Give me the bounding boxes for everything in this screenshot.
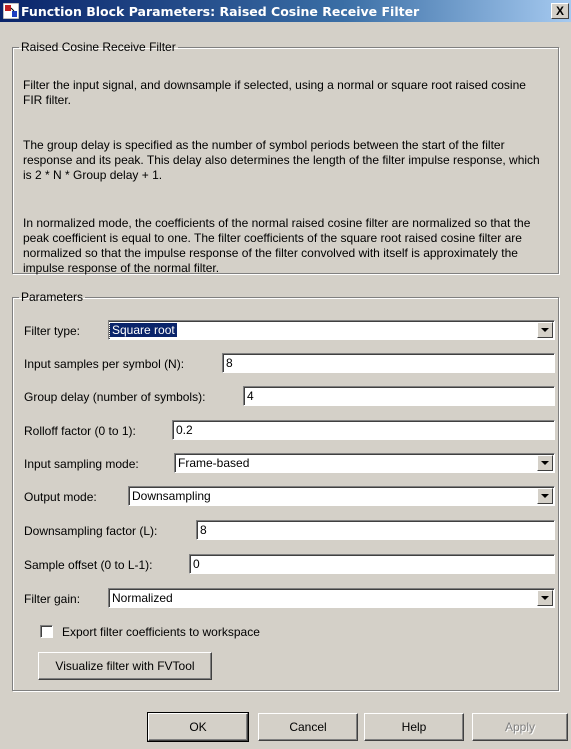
downsampling-factor-row: Downsampling factor (L): 8 [24, 520, 555, 542]
export-coefficients-checkbox[interactable] [40, 625, 53, 638]
rolloff-factor-row: Rolloff factor (0 to 1): 0.2 [24, 420, 555, 442]
description-paragraph-1: Filter the input signal, and downsample … [23, 78, 526, 107]
input-sampling-mode-row: Input sampling mode: Frame-based [24, 453, 555, 475]
filter-type-value: Square root [109, 322, 178, 338]
window-title: Function Block Parameters: Raised Cosine… [21, 4, 420, 19]
close-button[interactable]: X [551, 3, 569, 19]
description-paragraph-3: In normalized mode, the coefficients of … [23, 216, 531, 275]
filter-type-row: Filter type: Square root [24, 320, 555, 342]
sample-offset-row: Sample offset (0 to L-1): 0 [24, 554, 555, 576]
input-samples-field[interactable]: 8 [222, 353, 555, 373]
sample-offset-label: Sample offset (0 to L-1): [24, 558, 153, 572]
filter-type-select[interactable]: Square root [108, 320, 555, 340]
close-icon: X [555, 4, 564, 18]
apply-button[interactable]: Apply [472, 713, 568, 741]
filter-gain-select[interactable]: Normalized [108, 588, 555, 608]
dialog-window: Function Block Parameters: Raised Cosine… [0, 0, 571, 749]
input-samples-label: Input samples per symbol (N): [24, 357, 185, 371]
description-paragraph-2: The group delay is specified as the numb… [23, 138, 540, 182]
help-button[interactable]: Help [364, 713, 464, 741]
group-delay-label: Group delay (number of symbols): [24, 390, 206, 404]
parameters-group-legend: Parameters [21, 290, 84, 304]
output-mode-select[interactable]: Downsampling [128, 486, 555, 506]
cancel-button[interactable]: Cancel [258, 713, 358, 741]
group-delay-field[interactable]: 4 [243, 386, 555, 406]
description-group: Raised Cosine Receive Filter Filter the … [12, 40, 559, 275]
input-sampling-mode-dropdown-icon[interactable] [537, 455, 553, 471]
output-mode-row: Output mode: Downsampling [24, 486, 555, 508]
filter-gain-dropdown-icon[interactable] [537, 590, 553, 606]
downsampling-factor-field[interactable]: 8 [196, 520, 555, 540]
filter-type-dropdown-icon[interactable] [537, 322, 553, 338]
rolloff-factor-field[interactable]: 0.2 [172, 420, 555, 440]
title-bar[interactable]: Function Block Parameters: Raised Cosine… [0, 0, 571, 22]
simulink-block-icon [3, 3, 19, 19]
downsampling-factor-label: Downsampling factor (L): [24, 524, 158, 538]
input-sampling-mode-value: Frame-based [178, 456, 250, 470]
output-mode-dropdown-icon[interactable] [537, 488, 553, 504]
export-coefficients-label: Export filter coefficients to workspace [62, 625, 260, 639]
filter-type-label: Filter type: [24, 324, 81, 338]
rolloff-factor-label: Rolloff factor (0 to 1): [24, 424, 136, 438]
filter-gain-value: Normalized [112, 591, 173, 605]
input-sampling-mode-label: Input sampling mode: [24, 457, 139, 471]
visualize-fvtool-button[interactable]: Visualize filter with FVTool [38, 652, 212, 680]
output-mode-value: Downsampling [132, 489, 211, 503]
description-group-legend: Raised Cosine Receive Filter [21, 40, 176, 54]
input-samples-row: Input samples per symbol (N): 8 [24, 353, 555, 375]
output-mode-label: Output mode: [24, 490, 97, 504]
ok-button[interactable]: OK [147, 712, 249, 742]
filter-gain-row: Filter gain: Normalized [24, 588, 555, 610]
filter-gain-label: Filter gain: [24, 592, 81, 606]
group-delay-row: Group delay (number of symbols): 4 [24, 386, 555, 408]
input-sampling-mode-select[interactable]: Frame-based [174, 453, 555, 473]
sample-offset-field[interactable]: 0 [189, 554, 555, 574]
